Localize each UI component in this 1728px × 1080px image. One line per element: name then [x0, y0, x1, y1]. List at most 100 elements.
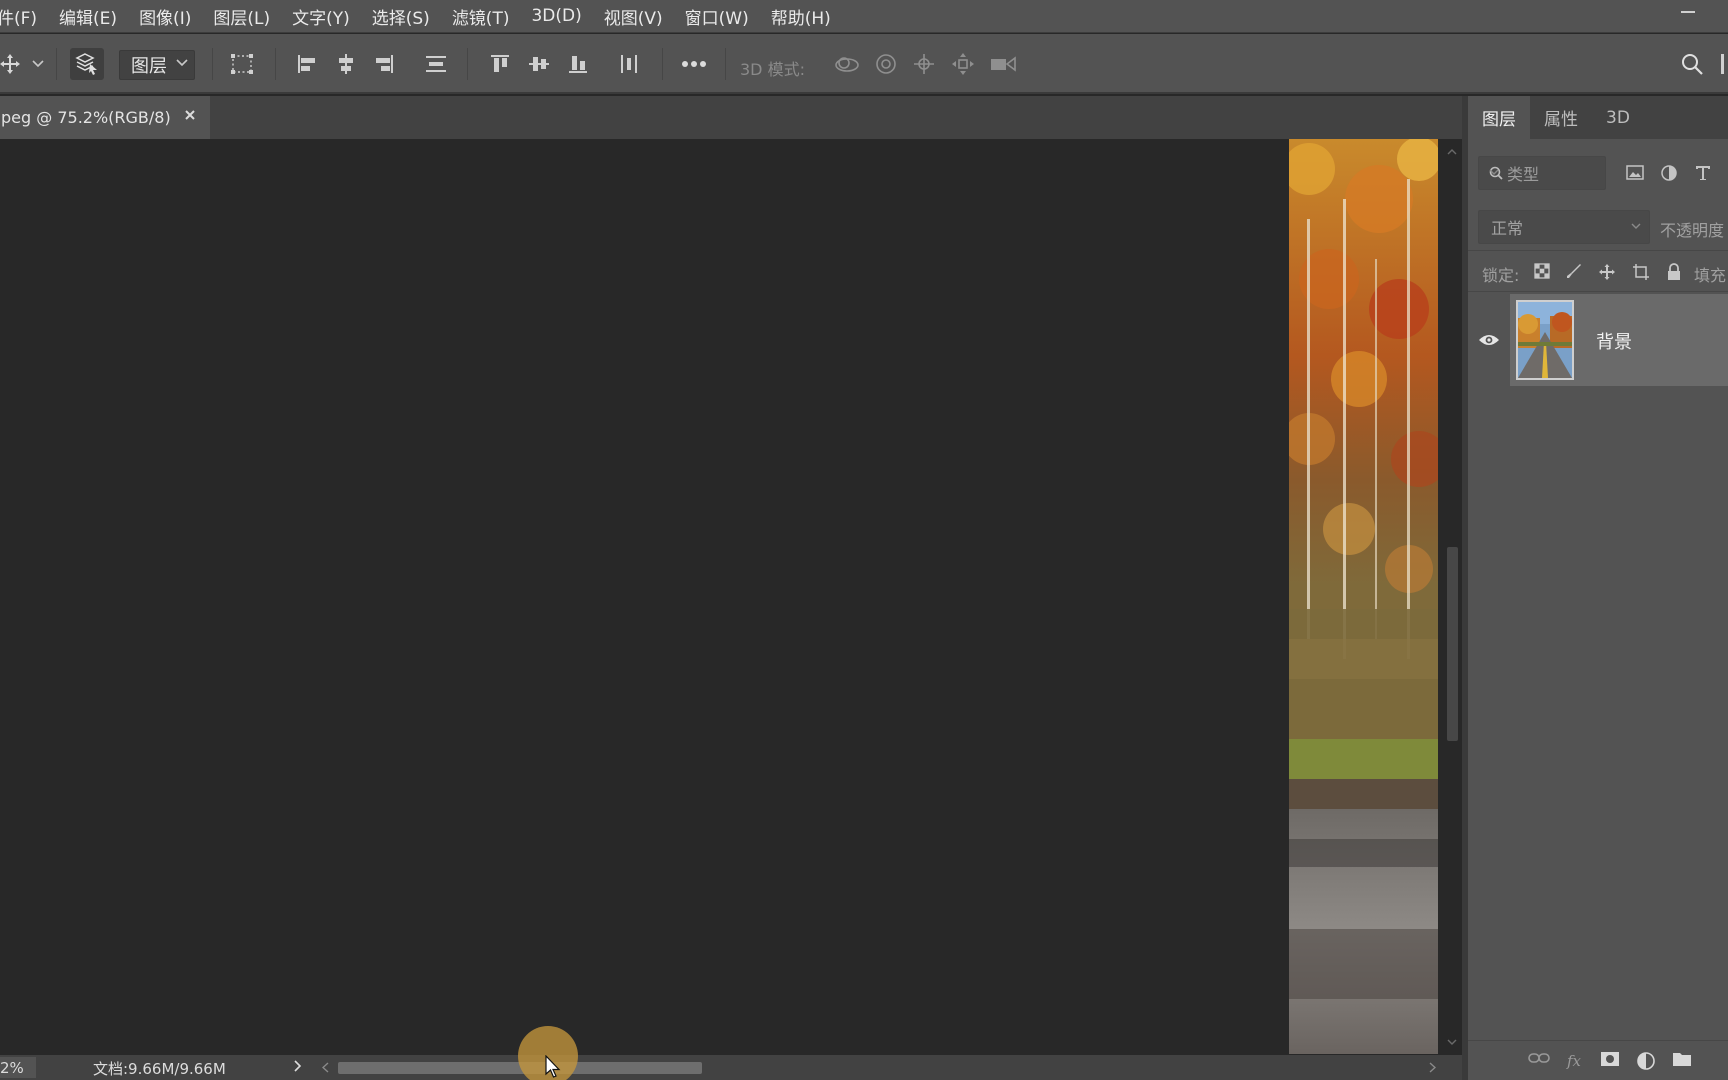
align-horizontal-center-button[interactable]: [333, 48, 359, 80]
horizontal-scrollbar[interactable]: [318, 1057, 1436, 1078]
slide-icon: [951, 52, 975, 76]
menu-edit[interactable]: 编辑(E): [48, 0, 128, 32]
3d-scale-button[interactable]: [987, 48, 1019, 80]
document-tab-title: peg @ 75.2%(RGB/8): [1, 108, 171, 127]
menu-image[interactable]: 图像(I): [128, 0, 202, 32]
menu-3d[interactable]: 3D(D): [520, 0, 592, 32]
workspace-switcher[interactable]: [1718, 48, 1728, 80]
blend-mode-row: 正常 不透明度: [1468, 210, 1728, 244]
menu-window[interactable]: 窗口(W): [674, 0, 760, 32]
close-icon: [184, 109, 196, 121]
layer-filter-row: 类型: [1468, 156, 1728, 190]
transform-controls-icon: [230, 53, 254, 75]
layer-row[interactable]: 背景: [1468, 294, 1728, 386]
video-camera-icon: [989, 54, 1017, 74]
roll-icon: [874, 52, 898, 76]
tab-close-button[interactable]: [184, 109, 196, 121]
lock-image-pixels-icon[interactable]: [1566, 263, 1582, 279]
show-transform-controls-button[interactable]: [228, 48, 256, 80]
align-right-icon: [373, 53, 395, 75]
chevron-down-icon: [176, 59, 188, 67]
layers-panel-footer: fx: [1468, 1040, 1728, 1080]
align-middle-icon: [528, 53, 550, 75]
distribute-vertical-button[interactable]: [422, 48, 450, 80]
more-options-button[interactable]: [680, 48, 708, 80]
status-bar: 2% 文档:9.66M/9.66M: [0, 1055, 1462, 1080]
menu-help[interactable]: 帮助(H): [760, 0, 842, 32]
pan-icon: [912, 52, 936, 76]
layer-visibility-toggle[interactable]: [1468, 294, 1510, 386]
3d-orbit-button[interactable]: [832, 48, 862, 80]
image-filter-icon[interactable]: [1626, 164, 1644, 182]
mouse-cursor-icon: [545, 1055, 561, 1080]
document-tab-bar: peg @ 75.2%(RGB/8): [0, 96, 1462, 139]
layer-filter-select[interactable]: 类型: [1478, 156, 1606, 190]
align-left-icon: [296, 53, 318, 75]
lock-transparent-pixels-icon[interactable]: [1534, 263, 1550, 279]
chevron-down-icon: [1631, 223, 1641, 229]
align-vertical-center-button[interactable]: [526, 48, 552, 80]
layers-panel: 图层 属性 3D 类型 正常 不透明度 锁定: 填充 背景 fx: [1462, 96, 1728, 1080]
align-top-button[interactable]: [487, 48, 513, 80]
fx-icon[interactable]: fx: [1566, 1051, 1586, 1069]
align-right-button[interactable]: [371, 48, 397, 80]
window-minimize-button[interactable]: [1668, 0, 1708, 24]
vertical-scrollbar[interactable]: [1442, 139, 1462, 1055]
document-tab[interactable]: peg @ 75.2%(RGB/8): [0, 96, 210, 139]
chevron-down-icon: [32, 60, 44, 68]
chevron-down-icon: [1489, 169, 1599, 175]
blend-mode-value: 正常: [1491, 219, 1524, 238]
menu-filter[interactable]: 滤镜(T): [441, 0, 521, 32]
auto-select-toggle[interactable]: [70, 48, 104, 80]
tab-properties[interactable]: 属性: [1530, 96, 1592, 139]
menu-file[interactable]: 件(F): [0, 0, 48, 32]
text-filter-icon[interactable]: [1694, 164, 1712, 182]
move-icon: [0, 53, 21, 75]
search-button[interactable]: [1676, 48, 1708, 80]
menu-select[interactable]: 选择(S): [361, 0, 441, 32]
zoom-field[interactable]: 2%: [0, 1057, 36, 1078]
align-top-icon: [489, 53, 511, 75]
distribute-horizontal-button[interactable]: [616, 48, 642, 80]
chevron-left-icon[interactable]: [322, 1062, 329, 1073]
distribute-icon: [424, 53, 448, 75]
lock-artboard-icon[interactable]: [1632, 263, 1650, 281]
move-tool-button[interactable]: [0, 48, 24, 80]
link-layers-icon[interactable]: [1528, 1051, 1550, 1065]
chevron-up-icon[interactable]: [1447, 149, 1457, 155]
adjustment-layer-icon[interactable]: [1636, 1051, 1656, 1071]
layer-thumbnail[interactable]: [1516, 300, 1574, 380]
layer-mask-icon[interactable]: [1600, 1051, 1620, 1067]
auto-select-target-select[interactable]: 图层: [119, 50, 195, 80]
3d-roll-button[interactable]: [872, 48, 900, 80]
align-bottom-icon: [567, 53, 589, 75]
lock-position-icon[interactable]: [1598, 263, 1616, 281]
distribute-horizontal-icon: [618, 53, 640, 75]
align-center-icon: [335, 53, 357, 75]
layers-select-icon: [75, 52, 99, 76]
menu-type[interactable]: 文字(Y): [281, 0, 361, 32]
3d-pan-button[interactable]: [910, 48, 938, 80]
lock-row: 锁定: 填充: [1468, 250, 1728, 292]
chevron-down-icon[interactable]: [1447, 1039, 1457, 1045]
tab-3d[interactable]: 3D: [1592, 96, 1644, 139]
adjustment-filter-icon[interactable]: [1660, 164, 1678, 182]
new-group-folder-icon[interactable]: [1672, 1051, 1692, 1067]
canvas-area[interactable]: [0, 139, 1462, 1055]
svg-text:fx: fx: [1566, 1052, 1582, 1069]
panel-tab-bar: 图层 属性 3D: [1468, 96, 1728, 139]
align-bottom-button[interactable]: [565, 48, 591, 80]
menu-layer[interactable]: 图层(L): [202, 0, 281, 32]
tool-preset-dropdown[interactable]: [30, 48, 46, 80]
orbit-icon: [833, 53, 861, 75]
chevron-right-icon[interactable]: [1429, 1062, 1436, 1073]
lock-all-icon[interactable]: [1666, 263, 1682, 281]
vertical-scroll-thumb[interactable]: [1447, 547, 1458, 741]
tab-layers[interactable]: 图层: [1468, 96, 1530, 139]
menu-bar: 件(F) 编辑(E) 图像(I) 图层(L) 文字(Y) 选择(S) 滤镜(T)…: [0, 0, 1728, 33]
align-left-button[interactable]: [294, 48, 320, 80]
3d-slide-button[interactable]: [949, 48, 977, 80]
status-menu-arrow[interactable]: [294, 1060, 302, 1072]
menu-view[interactable]: 视图(V): [593, 0, 674, 32]
blend-mode-select[interactable]: 正常: [1478, 210, 1650, 244]
